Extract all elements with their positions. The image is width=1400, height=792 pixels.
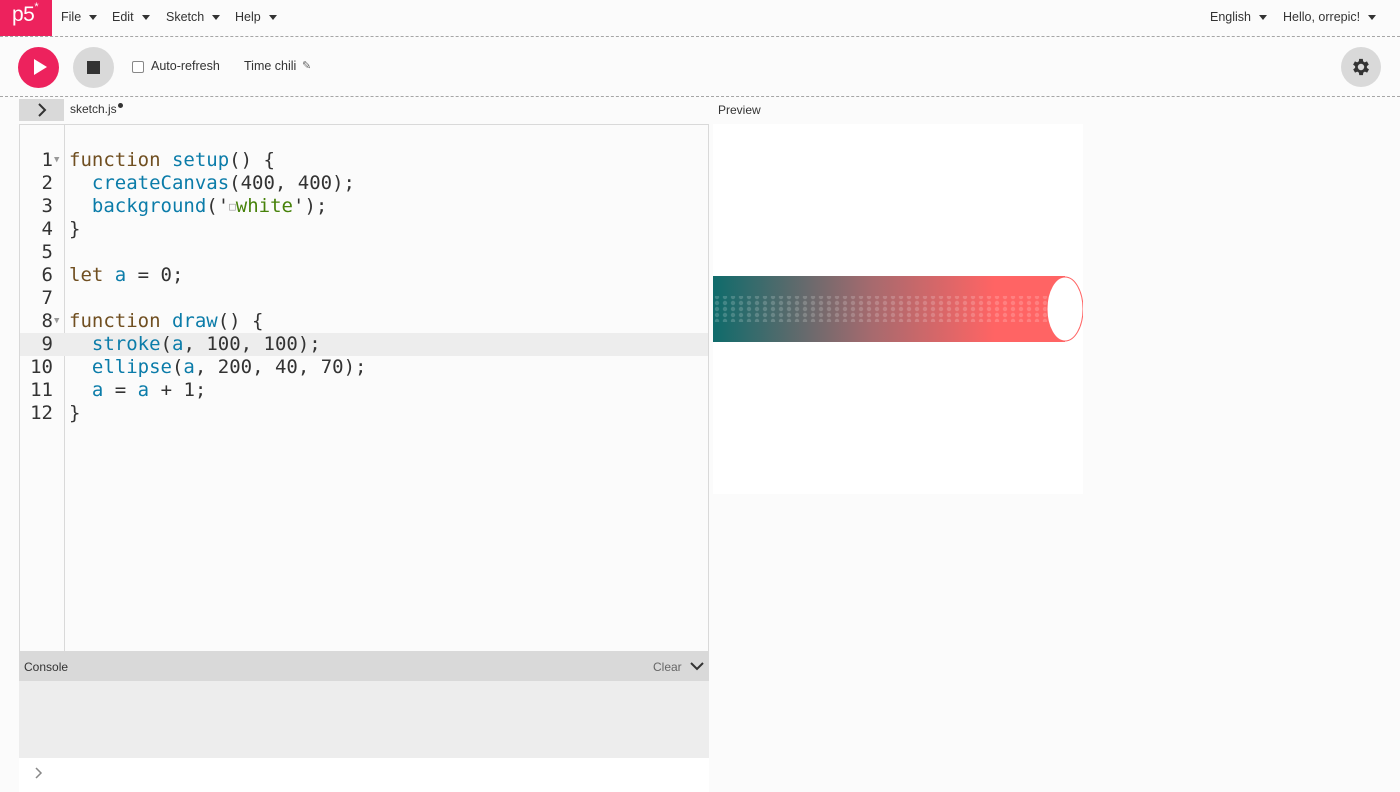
line-number: 12 [30, 402, 53, 424]
console-output [19, 681, 709, 758]
code-text: function draw() { [69, 310, 264, 332]
auto-refresh-checkbox[interactable] [132, 61, 144, 73]
fold-arrow-icon[interactable]: ▼ [54, 310, 59, 333]
line-number: 1 [41, 149, 53, 171]
caret-down-icon [268, 14, 277, 20]
auto-refresh-label[interactable]: Auto-refresh [151, 59, 220, 73]
code-line[interactable]: 1 ▼ function setup() { [20, 149, 708, 172]
preview-canvas[interactable] [713, 124, 1083, 494]
code-line[interactable]: 10 ellipse(a, 200, 40, 70); [20, 356, 708, 379]
fold-arrow-icon[interactable]: ▼ [54, 149, 59, 172]
caret-down-icon [141, 14, 150, 20]
caret-down-icon [1368, 14, 1377, 20]
top-nav: p5* File Edit Sketch Help English Hello,… [0, 0, 1400, 37]
line-number: 4 [41, 218, 53, 240]
line-number: 5 [41, 241, 53, 263]
code-text: a = a + 1; [91, 379, 207, 401]
code-line[interactable]: 11 a = a + 1; [20, 379, 708, 402]
menu-help[interactable]: Help [235, 10, 277, 24]
chevron-right-icon [37, 103, 46, 117]
code-text: } [69, 402, 81, 424]
gear-icon [1353, 58, 1369, 76]
sketch-name[interactable]: Time chili [244, 59, 296, 73]
stop-button[interactable] [73, 47, 114, 88]
code-editor[interactable]: 1 ▼ function setup() {2 createCanvas(400, … [19, 124, 709, 652]
code-text: function setup() { [69, 149, 275, 171]
preview-label: Preview [718, 103, 761, 117]
code-line[interactable]: 3 background('□white'); [20, 195, 708, 218]
settings-button[interactable] [1341, 47, 1381, 87]
pencil-icon[interactable]: ✎ [302, 59, 311, 72]
console-title: Console [24, 660, 69, 674]
code-line[interactable]: 9 stroke(a, 100, 100); [20, 333, 708, 356]
console-input[interactable] [19, 758, 709, 792]
code-text: } [69, 218, 81, 240]
code-line[interactable]: 12} [20, 402, 708, 425]
p5-logo[interactable]: p5* [0, 0, 52, 36]
user-menu[interactable]: Hello, orrepic! [1283, 10, 1377, 24]
code-text: let a = 0; [69, 264, 184, 286]
menu-edit[interactable]: Edit [112, 10, 150, 24]
menu-sketch[interactable]: Sketch [166, 10, 221, 24]
line-number: 10 [30, 356, 53, 378]
code-line[interactable]: 4} [20, 218, 708, 241]
line-number: 3 [41, 195, 53, 217]
code-line[interactable]: 6 let a = 0; [20, 264, 708, 287]
chevron-down-icon[interactable] [690, 661, 704, 671]
sidebar-toggle-button[interactable] [19, 99, 64, 121]
caret-down-icon [1259, 14, 1267, 20]
line-number: 6 [41, 264, 53, 286]
unsaved-dot-icon [117, 103, 123, 108]
language-menu[interactable]: English [1210, 10, 1267, 24]
sketch-output [713, 276, 1083, 342]
code-line[interactable]: 8 ▼ function draw() { [20, 310, 708, 333]
chevron-right-icon [35, 767, 43, 779]
console-header: Console Clear [19, 652, 709, 681]
caret-down-icon [89, 14, 98, 20]
code-text: createCanvas(400, 400); [91, 172, 356, 194]
line-number: 8 [41, 310, 53, 332]
line-number: 2 [41, 172, 53, 194]
play-button[interactable] [18, 47, 59, 88]
code-text: ellipse(a, 200, 40, 70); [91, 356, 367, 378]
console-clear-button[interactable]: Clear [653, 660, 682, 674]
caret-down-icon [212, 14, 221, 20]
menu-file[interactable]: File [61, 10, 98, 24]
code-line[interactable]: 5 [20, 241, 708, 264]
code-line[interactable]: 2 createCanvas(400, 400); [20, 172, 708, 195]
code-line[interactable]: 7 [20, 287, 708, 310]
line-number: 9 [41, 333, 53, 355]
toolbar: Auto-refresh Time chili ✎ [0, 37, 1400, 97]
code-text: background('□white'); [91, 195, 328, 217]
file-tab[interactable]: sketch.js [70, 102, 123, 116]
line-number: 11 [30, 379, 53, 401]
line-number: 7 [41, 287, 53, 309]
code-text: stroke(a, 100, 100); [91, 333, 321, 355]
